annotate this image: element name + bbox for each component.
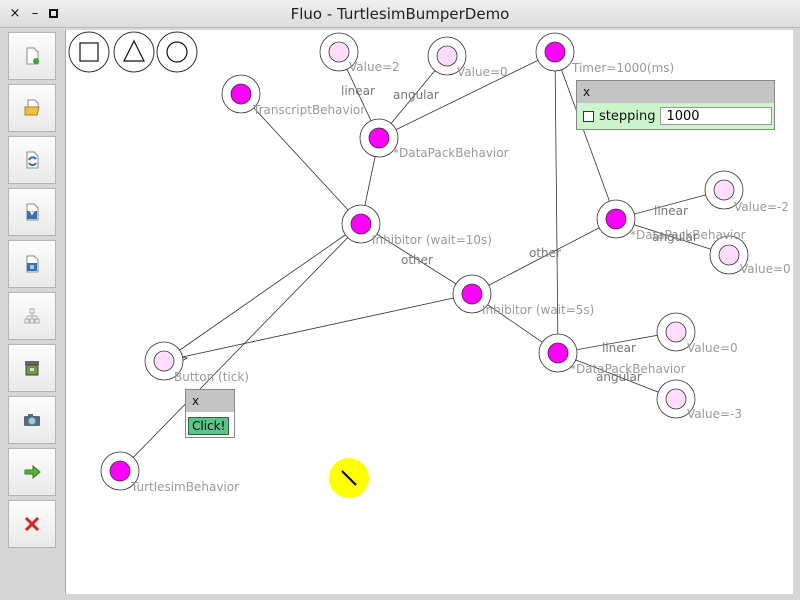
node-transcript: [230, 83, 252, 105]
edge-label-other-2: other: [529, 246, 561, 260]
open-button[interactable]: [8, 84, 56, 132]
node-value2: [328, 41, 350, 63]
edge-label-angular-2: angular: [652, 230, 698, 244]
stepping-label: stepping: [599, 108, 656, 124]
run-arrow-icon: [24, 464, 41, 480]
edge-label-linear-2: linear: [654, 204, 688, 218]
triangle-shape-icon: [113, 31, 155, 73]
edge-label-angular-3: angular: [596, 370, 642, 384]
node-datapack2: [605, 208, 627, 230]
node-value0-r: [718, 244, 740, 266]
node-datapack1: [368, 127, 390, 149]
node-inhibitor10: [350, 213, 372, 235]
node-button: [153, 350, 175, 372]
square-shape-icon: [68, 31, 110, 73]
save-as-icon: [26, 255, 39, 273]
node-label-inhibitor10: Inhibitor (wait=10s): [372, 233, 492, 247]
button-panel: x Click!: [185, 389, 235, 438]
reload-icon: [26, 151, 39, 169]
left-toolbar: [5, 32, 59, 552]
edge-label-linear-1: linear: [341, 84, 375, 98]
edge-timer-datapack2: [554, 51, 617, 220]
camera-icon: [24, 414, 40, 426]
archive-icon: [25, 361, 39, 376]
edge-label-other-1: other: [401, 253, 433, 267]
edge-label-linear-3: linear: [602, 341, 636, 355]
node-value0-top: [436, 45, 458, 67]
timer-panel-header: x: [577, 81, 774, 103]
node-label-transcript: TranscriptBehavior: [253, 103, 366, 117]
node-label-value0-b: Value=0: [687, 341, 738, 355]
node-datapack3: [547, 342, 569, 364]
node-inhibitor5: [461, 283, 483, 305]
circle-shape-icon: [156, 31, 198, 73]
reload-button[interactable]: [8, 136, 56, 184]
run-button[interactable]: [8, 448, 56, 496]
hierarchy-button[interactable]: [8, 292, 56, 340]
node-label-datapack1: *DataPackBehavior: [393, 146, 509, 160]
timer-value-input[interactable]: 1000: [660, 107, 773, 125]
shape-palette: [68, 31, 198, 73]
stepping-checkbox[interactable]: [583, 110, 594, 122]
button-panel-header: x: [186, 390, 234, 412]
timer-panel-close[interactable]: x: [583, 85, 590, 99]
graph-canvas[interactable]: TranscriptBehavior Value=2 Value=0 Timer…: [65, 30, 793, 594]
timer-panel: x stepping 1000: [576, 80, 775, 130]
new-document-button[interactable]: [8, 32, 56, 80]
edge-label-angular-1: angular: [393, 88, 439, 102]
node-valuem2: [713, 179, 735, 201]
edge-button-inhibitor5: [163, 293, 473, 362]
camera-button[interactable]: [8, 396, 56, 444]
node-value0-b: [665, 321, 687, 343]
node-label-timer: Timer=1000(ms): [572, 61, 675, 75]
window-title: Fluo - TurtlesimBumperDemo: [290, 5, 510, 23]
delete-button[interactable]: [8, 500, 56, 548]
node-label-inhibitor5: Inhibitor (wait=5s): [482, 303, 595, 317]
node-label-turtlesim: TurtlesimBehavior: [131, 480, 240, 494]
hierarchy-icon: [24, 308, 40, 324]
node-valuem3: [665, 388, 687, 410]
node-turtlesim: [109, 460, 131, 482]
node-label-value2: Value=2: [349, 60, 400, 74]
archive-button[interactable]: [8, 344, 56, 392]
open-folder-icon: [24, 99, 40, 116]
node-label-valuem2: Value=-2: [734, 200, 789, 214]
node-label-value0-top: Value=0: [457, 65, 508, 79]
node-label-value0-r: Value=0: [740, 262, 791, 276]
save-as-button[interactable]: [8, 240, 56, 288]
button-panel-close[interactable]: x: [192, 394, 199, 408]
delete-x-icon: [24, 516, 40, 532]
node-label-button: Button (tick): [174, 370, 249, 384]
new-document-icon: [26, 47, 39, 65]
node-label-valuem3: Value=-3: [687, 407, 742, 421]
click-button[interactable]: Click!: [188, 417, 230, 435]
save-icon: [26, 203, 39, 221]
edge-button-inhibitor10: [163, 223, 362, 362]
turtle-icon: [329, 458, 369, 498]
node-timer: [544, 41, 566, 63]
button-panel-body: Click!: [186, 412, 234, 438]
timer-panel-body: stepping 1000: [577, 103, 774, 129]
title-bar: × – Fluo - TurtlesimBumperDemo: [0, 0, 800, 28]
save-button[interactable]: [8, 188, 56, 236]
